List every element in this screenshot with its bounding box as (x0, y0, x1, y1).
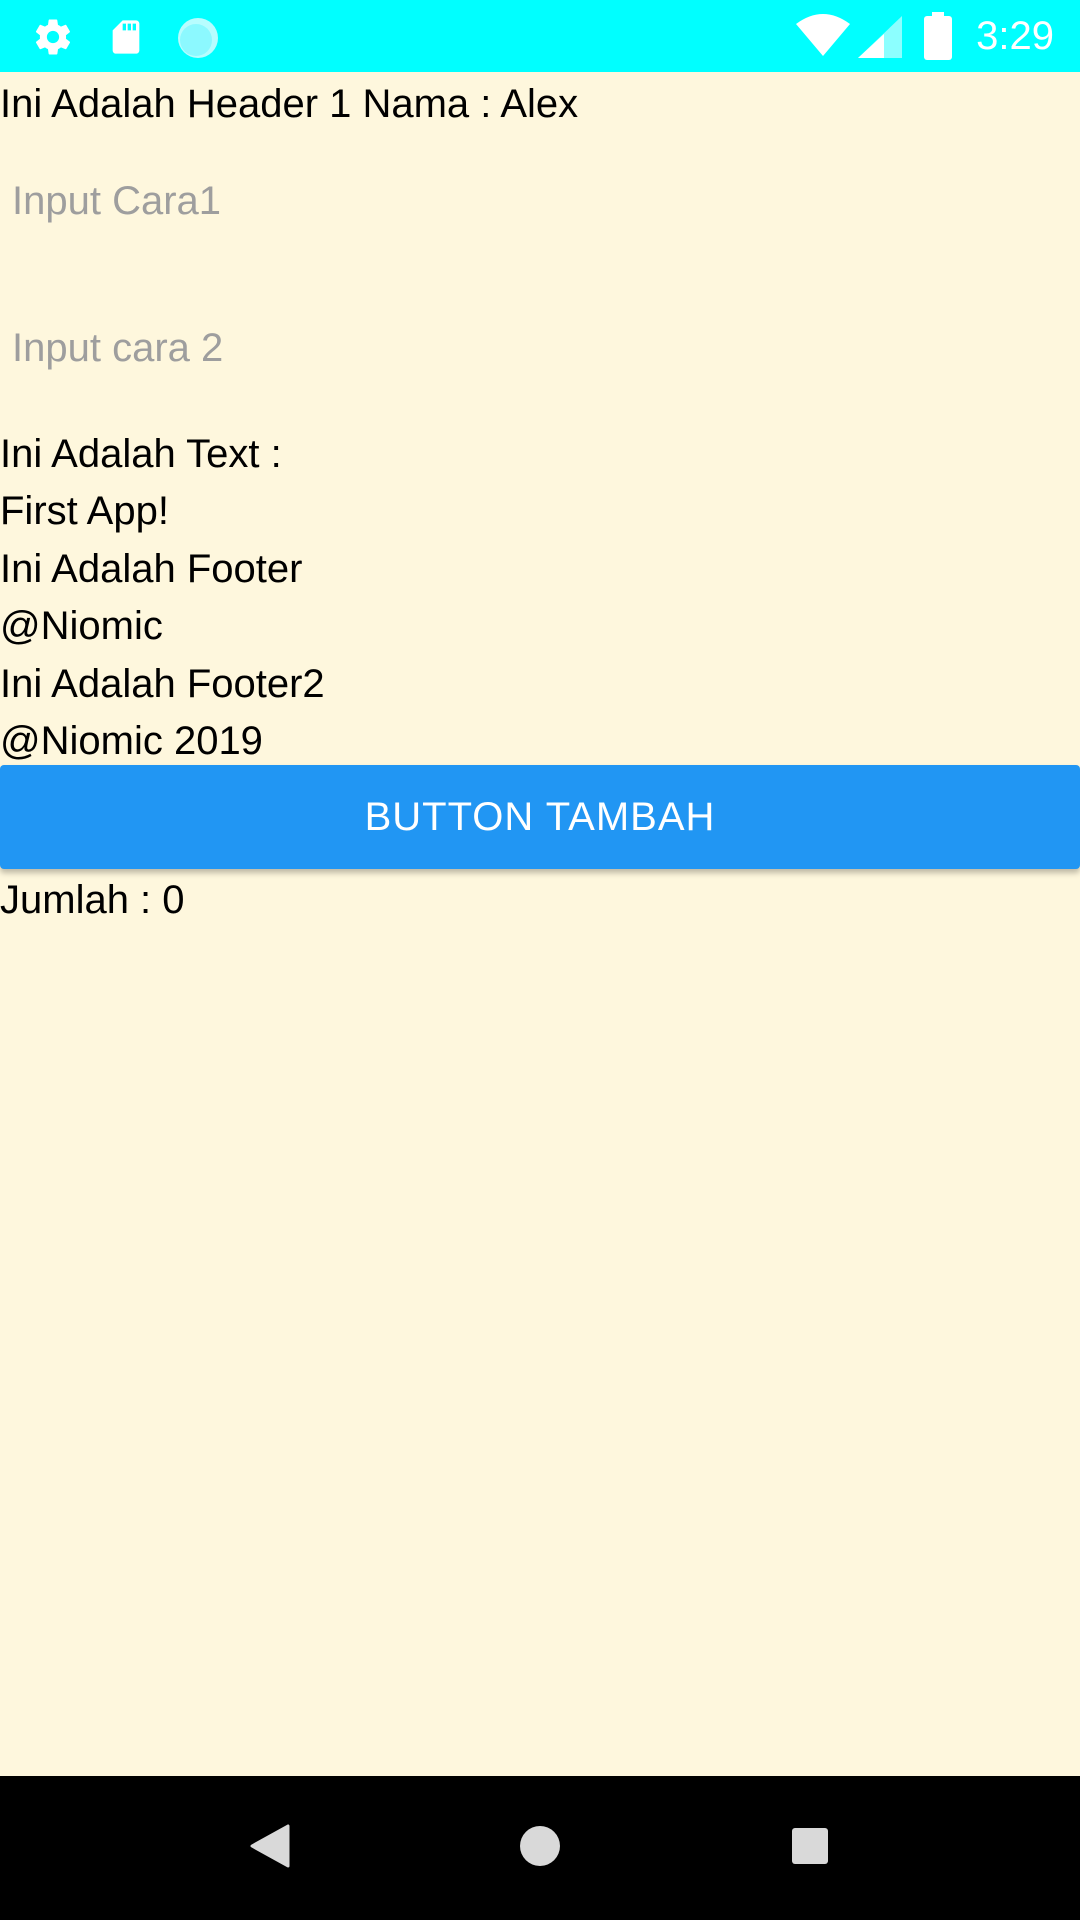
footer2-value: @Niomic 2019 (0, 719, 263, 763)
navigation-bar (0, 1776, 1080, 1920)
header-text: Ini Adalah Header 1 Nama : Alex (0, 82, 579, 126)
back-button[interactable] (222, 1800, 318, 1896)
recents-icon (791, 1827, 829, 1870)
footer1-label: Ini Adalah Footer (0, 547, 303, 591)
circle-notification-icon (176, 16, 220, 58)
home-icon (519, 1825, 561, 1872)
recents-button[interactable] (762, 1800, 858, 1896)
footer2-label: Ini Adalah Footer2 (0, 662, 325, 706)
cellular-signal-icon (858, 16, 902, 58)
input-cara2-field[interactable] (12, 303, 1062, 393)
tambah-button[interactable]: BUTTON TAMBAH (0, 765, 1080, 869)
text-label: Ini Adalah Text : (0, 432, 282, 476)
input-cara1-field[interactable] (12, 156, 1062, 246)
footer1-value: @Niomic (0, 604, 163, 648)
wifi-icon (796, 14, 850, 56)
app-screen: 3:29 Ini Adalah Header 1 Nama : Alex Ini… (0, 0, 1080, 1920)
count-text: Jumlah : 0 (0, 878, 185, 922)
sd-card-icon (106, 16, 146, 56)
settings-icon (32, 16, 74, 56)
text-value: First App! (0, 489, 169, 533)
battery-icon (924, 12, 952, 60)
back-icon (250, 1824, 290, 1873)
home-button[interactable] (492, 1800, 588, 1896)
status-bar: 3:29 (0, 0, 1080, 72)
status-time: 3:29 (976, 14, 1054, 58)
